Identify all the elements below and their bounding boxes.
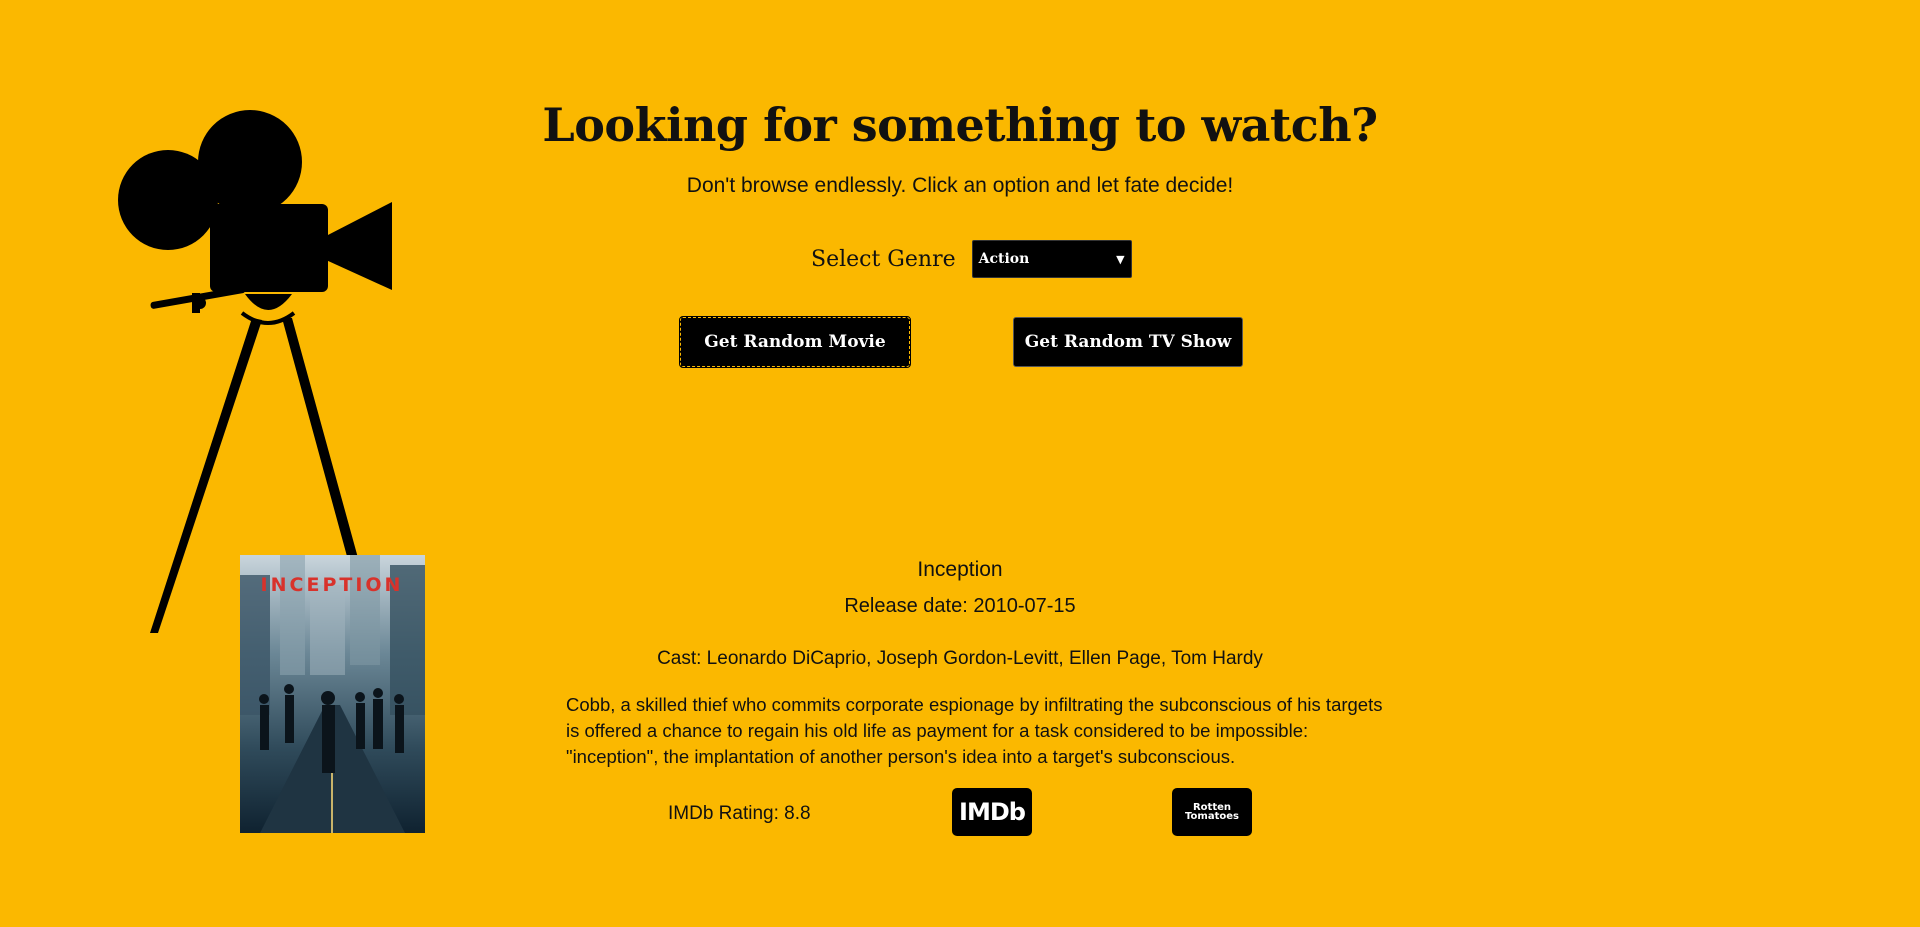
rt-logo-line2: Tomatoes [1185, 811, 1239, 822]
page-subtitle: Don't browse endlessly. Click an option … [686, 174, 1234, 197]
plot-summary: Cobb, a skilled thief who commits corpor… [566, 694, 1383, 767]
chevron-down-icon: ▼ [1116, 252, 1125, 266]
rotten-tomatoes-logo-link[interactable]: Rotten Tomatoes [1172, 788, 1252, 836]
genre-label: Select Genre [811, 246, 956, 272]
genre-selected-value: Action [978, 251, 1030, 267]
cast-list: Cast: Leonardo DiCaprio, Joseph Gordon-L… [657, 648, 1263, 669]
random-movie-button[interactable]: Get Random Movie [679, 316, 911, 368]
genre-select[interactable]: Action ▼ [971, 240, 1132, 278]
genre-selector: Select Genre Action ▼ [811, 240, 1132, 278]
random-tv-show-button[interactable]: Get Random TV Show [1013, 317, 1243, 367]
release-date: Release date: 2010-07-15 [844, 595, 1076, 617]
imdb-rating: IMDb Rating: 8.8 [668, 803, 811, 824]
page: INCEPTION Looking for something to watch… [0, 0, 1920, 927]
movie-title: Inception [917, 558, 1003, 581]
page-title: Looking for something to watch? [542, 98, 1378, 152]
imdb-logo-link[interactable]: IMDb [952, 788, 1032, 836]
imdb-logo-text: IMDb [959, 798, 1026, 826]
